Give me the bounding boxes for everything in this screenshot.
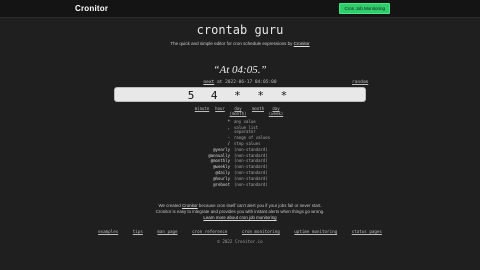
footer-link-tips[interactable]: tips bbox=[133, 229, 143, 234]
about-cronitor-link[interactable]: Cronitor bbox=[182, 203, 198, 208]
footer-link-status-pages[interactable]: status pages bbox=[352, 229, 382, 234]
part-hour[interactable]: hour bbox=[213, 106, 227, 111]
about-text: because cron itself can't alert you if y… bbox=[198, 203, 322, 208]
ref-description: value list separator bbox=[234, 124, 259, 135]
part-month[interactable]: month bbox=[250, 106, 266, 111]
footer-link-man-page[interactable]: man page bbox=[157, 229, 177, 234]
footer-nav: examples tips man page cron reference cr… bbox=[0, 229, 480, 234]
cron-job-monitoring-button[interactable]: Cron Job Monitoring bbox=[339, 3, 390, 14]
next-run-line: next at 2022-06-17 04:05:00 bbox=[0, 80, 480, 85]
cronitor-link[interactable]: Cronitor bbox=[294, 41, 310, 46]
part-minute[interactable]: minute bbox=[193, 106, 211, 111]
page-subtitle: The quick and simple editor for cron sch… bbox=[0, 41, 480, 46]
copyright: © 2022 Cronitor.io bbox=[217, 239, 263, 244]
reference-row: , value list separator bbox=[150, 125, 330, 135]
next-run-time: at 2022-06-17 04:05:00 bbox=[216, 80, 277, 85]
random-link[interactable]: random bbox=[352, 80, 368, 85]
about-section: We created Cronitor because cron itself … bbox=[0, 203, 480, 221]
brand-logo[interactable]: Cronitor bbox=[75, 4, 108, 13]
cron-expression-input[interactable]: 5 4 * * * bbox=[114, 87, 366, 102]
footer-link-cron-reference[interactable]: cron reference bbox=[192, 229, 227, 234]
ref-symbol: @reboot bbox=[213, 182, 230, 188]
ref-symbol: , bbox=[227, 124, 230, 130]
ref-description: (non-standard) bbox=[234, 182, 268, 188]
about-text: We created bbox=[158, 203, 181, 208]
reference-row: @reboot (non-standard) bbox=[150, 182, 330, 188]
top-bar: Cronitor Cron Job Monitoring bbox=[0, 0, 480, 18]
footer-link-cron-monitoring[interactable]: cron monitoring bbox=[242, 229, 280, 234]
footer-link-uptime-monitoring[interactable]: uptime monitoring bbox=[294, 229, 337, 234]
about-line-3: Learn more about cron job monitoring bbox=[0, 215, 480, 221]
part-day-month[interactable]: day (month) bbox=[228, 106, 248, 116]
next-link[interactable]: next bbox=[203, 80, 214, 85]
part-day-week[interactable]: day (week) bbox=[266, 106, 286, 116]
learn-more-link[interactable]: Learn more about cron job monitoring bbox=[203, 215, 276, 220]
human-readable-schedule: “At 04:05.” bbox=[213, 64, 267, 76]
syntax-reference: * any value , value list separator - range … bbox=[150, 119, 330, 188]
subtitle-text: The quick and simple editor for cron sch… bbox=[170, 41, 293, 46]
footer-link-examples[interactable]: examples bbox=[98, 229, 118, 234]
page-title: crontab guru bbox=[196, 23, 284, 37]
